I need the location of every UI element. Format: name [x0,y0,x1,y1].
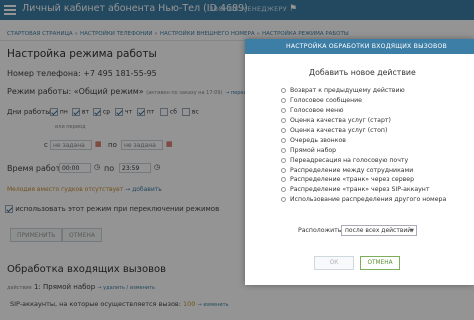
option-voice-menu[interactable]: Голосовое меню [281,106,446,116]
radio-button[interactable] [281,157,286,163]
radio-button[interactable] [281,147,286,153]
radio-button[interactable] [281,108,286,114]
radio-button[interactable] [281,98,286,104]
radio-button[interactable] [281,187,286,193]
ok-button[interactable]: ОК [314,256,354,270]
place-select-value: после всех действий [345,227,412,234]
option-voice-message[interactable]: Голосовое сообщение [281,96,446,106]
radio-button[interactable] [281,167,286,173]
place-select[interactable]: после всех действий ▼ [341,225,417,236]
modal-cancel-button[interactable]: ОТМЕНА [360,256,400,270]
option-quality-stop[interactable]: Оценка качества услуг (стоп) [281,126,446,136]
option-trunk-sip[interactable]: Распределение «транк» через SIP-аккаунт [281,185,446,195]
chevron-down-icon: ▼ [410,228,414,234]
option-other-number-distribution[interactable]: Использование распределения другого номе… [281,195,446,205]
option-direct-dial[interactable]: Прямой набор [281,145,446,155]
radio-button[interactable] [281,137,286,143]
radio-button[interactable] [281,118,286,124]
option-return-previous[interactable]: Возврат к предыдущему действию [281,86,446,96]
incoming-calls-modal: НАСТРОЙКА ОБРАБОТКИ ВХОДЯЩИХ ВЫЗОВОВ Доб… [245,39,474,285]
modal-subtitle: Добавить новое действие [309,68,416,77]
option-quality-start[interactable]: Оценка качества услуг (старт) [281,116,446,126]
modal-title: НАСТРОЙКА ОБРАБОТКИ ВХОДЯЩИХ ВЫЗОВОВ [245,39,474,54]
option-voicemail-forward[interactable]: Переадресация на голосовую почту [281,155,446,165]
radio-button[interactable] [281,128,286,133]
option-trunk-server[interactable]: Распределение «транк» через сервер [281,175,446,185]
place-label: Расположить [298,227,342,234]
radio-button[interactable] [281,197,286,203]
action-options: Возврат к предыдущему действию Голосовое… [281,86,446,205]
radio-button[interactable] [281,177,286,183]
radio-button[interactable] [281,88,286,94]
option-employee-distribution[interactable]: Распределение между сотрудниками [281,165,446,175]
option-call-queue[interactable]: Очередь звонков [281,135,446,145]
